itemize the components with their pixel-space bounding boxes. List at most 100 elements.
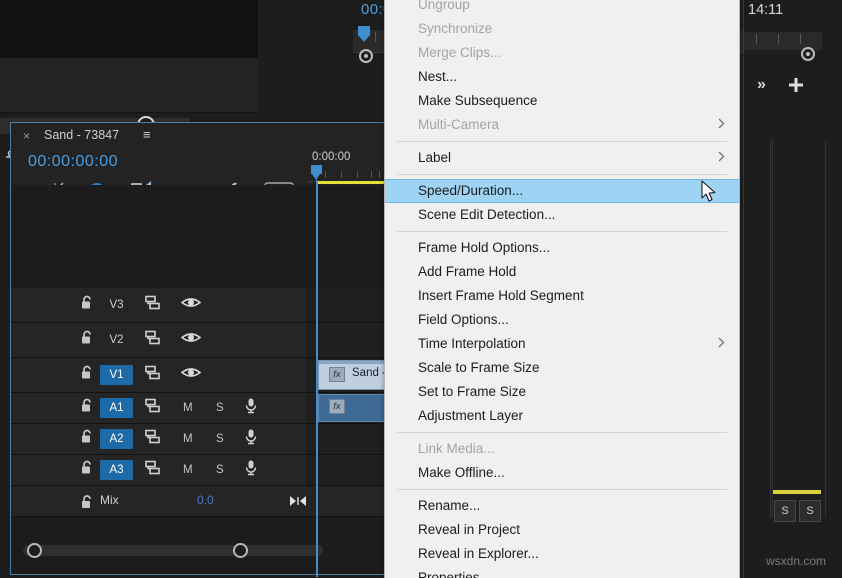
menu-item-field-options[interactable]: Field Options...: [385, 308, 739, 332]
scrollbar-left-handle[interactable]: [27, 543, 42, 558]
timeline-playhead-timecode[interactable]: 00:00:00:00: [28, 153, 118, 171]
mute-track-button[interactable]: M: [183, 464, 193, 476]
menu-item-speed-duration[interactable]: Speed/Duration...: [385, 179, 739, 203]
menu-item-reveal-in-explorer[interactable]: Reveal in Explorer...: [385, 542, 739, 566]
microphone-icon[interactable]: [244, 397, 258, 420]
menu-item-scale-to-frame-size[interactable]: Scale to Frame Size: [385, 356, 739, 380]
eye-icon[interactable]: [181, 366, 201, 385]
clip-context-menu[interactable]: UngroupSynchronizeMerge Clips...Nest...M…: [384, 0, 740, 578]
menu-item-frame-hold-options[interactable]: Frame Hold Options...: [385, 236, 739, 260]
mute-track-button[interactable]: M: [183, 402, 193, 414]
menu-item-label: Nest...: [418, 69, 457, 84]
track-name-a2[interactable]: A2: [100, 429, 133, 449]
track-header-a1[interactable]: A1 M S: [11, 393, 306, 423]
unlocked-icon[interactable]: [80, 398, 94, 419]
left-gutter: [0, 112, 10, 578]
panel-menu-icon[interactable]: ≡: [143, 127, 151, 142]
eye-icon[interactable]: [181, 331, 201, 350]
menu-item-adjustment-layer[interactable]: Adjustment Layer: [385, 404, 739, 428]
source-monitor-video: [0, 0, 258, 58]
master-mix-row[interactable]: Mix 0.0: [11, 486, 388, 517]
bowtie-icon[interactable]: [288, 494, 308, 513]
chevron-right-icon: [718, 113, 725, 137]
unlocked-icon[interactable]: [80, 330, 94, 351]
unlocked-icon[interactable]: [80, 295, 94, 316]
add-button-icon[interactable]: [787, 76, 805, 99]
track-header-a2[interactable]: A2 M S: [11, 424, 306, 454]
track-header-v3[interactable]: V3: [11, 288, 306, 322]
menu-item-add-frame-hold[interactable]: Add Frame Hold: [385, 260, 739, 284]
track-row-a3[interactable]: A3 M S: [11, 455, 388, 486]
track-lane-a2[interactable]: [306, 424, 388, 454]
track-row-v1[interactable]: V1 fx Sand - 73: [11, 358, 388, 393]
menu-item-time-interpolation[interactable]: Time Interpolation: [385, 332, 739, 356]
solo-track-button[interactable]: S: [216, 433, 224, 445]
menu-item-scene-edit-detection[interactable]: Scene Edit Detection...: [385, 203, 739, 227]
menu-item-properties[interactable]: Properties: [385, 566, 739, 578]
track-name-v3[interactable]: V3: [100, 295, 133, 315]
menu-item-label: Label: [418, 150, 451, 165]
scrollbar-right-handle[interactable]: [233, 543, 248, 558]
track-header-v1[interactable]: V1: [11, 358, 306, 392]
program-playhead[interactable]: [358, 26, 370, 42]
microphone-icon[interactable]: [244, 428, 258, 451]
track-name-v2[interactable]: V2: [100, 330, 133, 350]
unlocked-icon[interactable]: [80, 494, 94, 515]
track-header-a3[interactable]: A3 M S: [11, 455, 306, 485]
menu-item-label[interactable]: Label: [385, 146, 739, 170]
sync-lock-icon[interactable]: [144, 365, 162, 386]
solo-track-button[interactable]: S: [216, 402, 224, 414]
menu-item-rename[interactable]: Rename...: [385, 494, 739, 518]
sync-lock-icon[interactable]: [144, 429, 162, 450]
menu-item-insert-frame-hold-segment[interactable]: Insert Frame Hold Segment: [385, 284, 739, 308]
timeline-playhead[interactable]: [311, 165, 322, 180]
sync-lock-icon[interactable]: [144, 460, 162, 481]
microphone-icon[interactable]: [244, 459, 258, 482]
menu-item-nest[interactable]: Nest...: [385, 65, 739, 89]
premiere-pro-window: 00:00:00:00 Fit: [0, 0, 842, 578]
timeline-tab-title[interactable]: Sand - 73847: [44, 128, 119, 142]
meter-divider: [770, 140, 771, 518]
track-name-a3[interactable]: A3: [100, 460, 133, 480]
sync-lock-icon[interactable]: [144, 295, 162, 316]
track-name-v1[interactable]: V1: [100, 365, 133, 385]
master-mix-label: Mix: [100, 493, 119, 507]
track-row-a2[interactable]: A2 M S: [11, 424, 388, 455]
solo-left-button[interactable]: S: [774, 500, 796, 522]
sync-lock-icon[interactable]: [144, 398, 162, 419]
track-header-v2[interactable]: V2: [11, 323, 306, 357]
menu-item-synchronize: Synchronize: [385, 17, 739, 41]
menu-item-label: Time Interpolation: [418, 336, 526, 351]
track-lane-v2[interactable]: [306, 323, 388, 357]
unlocked-icon[interactable]: [80, 460, 94, 481]
close-icon[interactable]: ×: [23, 129, 30, 143]
fx-badge-icon[interactable]: fx: [329, 399, 345, 414]
right-scrub-handle[interactable]: [801, 47, 815, 61]
sync-lock-icon[interactable]: [144, 330, 162, 351]
timeline-horizontal-scrollbar[interactable]: [23, 545, 323, 556]
master-mix-value[interactable]: 0.0: [197, 493, 214, 507]
track-name-a1[interactable]: A1: [100, 398, 133, 418]
work-area-bar: [316, 181, 388, 184]
menu-item-reveal-in-project[interactable]: Reveal in Project: [385, 518, 739, 542]
eye-icon[interactable]: [181, 296, 201, 315]
menu-item-set-to-frame-size[interactable]: Set to Frame Size: [385, 380, 739, 404]
track-row-a1[interactable]: A1 M S fx: [11, 393, 388, 424]
mute-track-button[interactable]: M: [183, 433, 193, 445]
track-lane-a1[interactable]: fx: [306, 393, 388, 423]
track-lane-v3[interactable]: [306, 288, 388, 322]
program-scrub-handle[interactable]: [359, 49, 373, 63]
unlocked-icon[interactable]: [80, 365, 94, 386]
track-lane-a3[interactable]: [306, 455, 388, 485]
track-row-v2[interactable]: V2: [11, 323, 388, 358]
menu-item-make-offline[interactable]: Make Offline...: [385, 461, 739, 485]
timeline-playhead-line: [316, 180, 318, 577]
track-row-v3[interactable]: V3: [11, 288, 388, 323]
fx-badge-icon[interactable]: fx: [329, 367, 345, 382]
unlocked-icon[interactable]: [80, 429, 94, 450]
more-buttons-icon[interactable]: »: [757, 76, 766, 94]
solo-right-button[interactable]: S: [799, 500, 821, 522]
solo-track-button[interactable]: S: [216, 464, 224, 476]
menu-item-make-subsequence[interactable]: Make Subsequence: [385, 89, 739, 113]
track-lane-v1[interactable]: fx Sand - 73: [306, 358, 388, 392]
